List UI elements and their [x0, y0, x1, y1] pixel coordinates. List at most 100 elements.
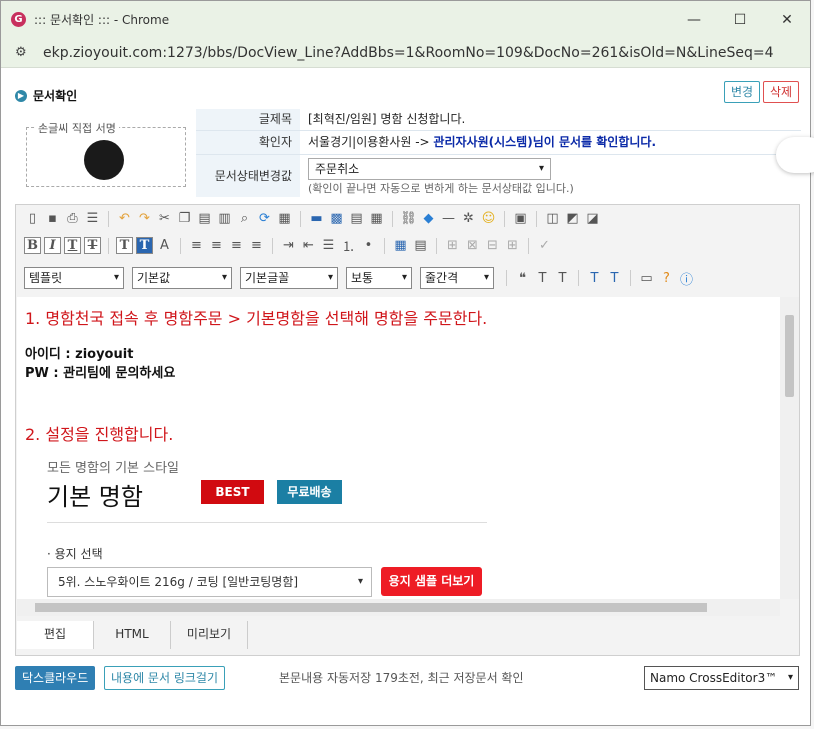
signature-box[interactable]: 손글씨 직접 서명: [26, 120, 186, 187]
bookmark-icon[interactable]: ◆: [420, 210, 437, 227]
redo-icon[interactable]: ↷: [136, 210, 153, 227]
text-style-icon[interactable]: A: [156, 237, 173, 254]
replace-icon[interactable]: ⟳: [256, 210, 273, 227]
tab-html[interactable]: HTML: [94, 621, 171, 649]
url-text[interactable]: ekp.zioyouit.com:1273/bbs/DocView_Line?A…: [43, 45, 774, 61]
subscript-icon[interactable]: T: [534, 270, 551, 287]
format-painter-icon[interactable]: T: [586, 270, 603, 287]
align-left-icon[interactable]: ≡: [188, 237, 205, 254]
template-select-value: 템플릿: [29, 271, 63, 285]
font-color-icon[interactable]: T: [116, 237, 133, 254]
align-justify-icon[interactable]: ≡: [248, 237, 265, 254]
save-icon[interactable]: ▪: [44, 210, 61, 227]
horizontal-line-icon[interactable]: —: [440, 210, 457, 227]
paper-select[interactable]: 5위. 스노우화이트 216g / 코팅 [일반코팅명함] ▾: [47, 567, 372, 597]
editor-type-select[interactable]: Namo CrossEditor3™ ▾: [644, 666, 799, 690]
cloud-button[interactable]: 닥스클라우드: [15, 666, 96, 690]
layer-front-icon[interactable]: ◩: [564, 210, 581, 227]
insert-table-icon[interactable]: ▦: [392, 237, 409, 254]
table-props-icon[interactable]: ▤: [412, 237, 429, 254]
chevron-down-icon: ▾: [401, 272, 407, 283]
assistant-bubble-icon[interactable]: [776, 137, 814, 173]
chevron-down-icon: ▾: [221, 272, 227, 283]
media-icon[interactable]: ▤: [348, 210, 365, 227]
delete-button[interactable]: 삭제: [763, 81, 800, 103]
underline-icon[interactable]: T: [64, 237, 81, 254]
row-insert-icon[interactable]: ⊞: [504, 237, 521, 254]
tab-edit[interactable]: 편집: [17, 621, 94, 649]
chevron-down-icon: ▾: [113, 272, 119, 283]
quote-icon[interactable]: ❝: [514, 270, 531, 287]
cell-split-icon[interactable]: ⊟: [484, 237, 501, 254]
size-select-value: 보통: [351, 271, 374, 285]
step2-text: 2. 설정을 진행합니다.: [25, 425, 174, 444]
minimize-icon[interactable]: —: [671, 1, 717, 38]
vertical-scrollbar[interactable]: [780, 297, 799, 599]
status-select[interactable]: 주문취소 ▾: [308, 158, 551, 180]
cell-delete-icon[interactable]: ⊠: [464, 237, 481, 254]
align-right-icon[interactable]: ≡: [228, 237, 245, 254]
cell-merge-icon[interactable]: ⊞: [444, 237, 461, 254]
bold-icon[interactable]: B: [24, 237, 41, 254]
link-document-button[interactable]: 내용에 문서 링크걸기: [104, 666, 225, 690]
content-divider: [47, 522, 487, 523]
italic-icon[interactable]: I: [44, 237, 61, 254]
indent-icon[interactable]: ⇥: [280, 237, 297, 254]
toolbar-row-1: ▯ ▪ ⎙ ☰ ↶ ↷ ✂ ❐ ▤ ▥ ⌕ ⟳ ▦ ▬ ▩ ▤ ▦ ⛓ ◆ — …: [16, 205, 799, 232]
divider: [536, 210, 537, 227]
help-icon[interactable]: ?: [658, 270, 675, 287]
background-icon[interactable]: ▩: [328, 210, 345, 227]
strikethrough-icon[interactable]: T: [84, 237, 101, 254]
link-icon[interactable]: ⛓: [400, 210, 417, 227]
checker-highlight: 관리자사원(시스템)님이 문서를 확인합니다.: [433, 135, 657, 149]
outdent-icon[interactable]: ⇤: [300, 237, 317, 254]
copy-icon[interactable]: ❐: [176, 210, 193, 227]
emoticon-icon[interactable]: ☺: [480, 210, 497, 227]
scroll-thumb[interactable]: [785, 315, 794, 397]
print-icon[interactable]: ⎙: [64, 210, 81, 227]
numbered-list-icon[interactable]: ⒈: [340, 237, 357, 255]
maximize-icon[interactable]: ☐: [717, 1, 763, 38]
align-center-icon[interactable]: ≡: [208, 237, 225, 254]
step1-text: 1. 명함천국 접속 후 명함주문 > 기본명함을 선택해 명함을 주문한다.: [25, 309, 488, 328]
paste-icon[interactable]: ▤: [196, 210, 213, 227]
select-all-icon[interactable]: ▦: [276, 210, 293, 227]
paste-text-icon[interactable]: ▥: [216, 210, 233, 227]
autosave-status[interactable]: 본문내용 자동저장 179초전, 최근 저장문서 확인: [279, 669, 524, 686]
font-select[interactable]: 기본글꼴 ▾: [240, 267, 338, 289]
toolbar-row-2: B I T T T T A ≡ ≡ ≡ ≡ ⇥ ⇤ ☰ ⒈ • ▦ ▤ ⊞ ⊠ …: [16, 232, 799, 259]
highlight-icon[interactable]: T: [136, 237, 153, 254]
horizontal-scrollbar[interactable]: [17, 599, 780, 616]
superscript-icon[interactable]: T: [554, 270, 571, 287]
divider: [300, 210, 301, 227]
form-icon[interactable]: ▣: [512, 210, 529, 227]
special-char-icon[interactable]: ✲: [460, 210, 477, 227]
line-spacing-icon[interactable]: ☰: [320, 237, 337, 254]
image-icon[interactable]: ▬: [308, 210, 325, 227]
tab-preview[interactable]: 미리보기: [171, 621, 248, 649]
info-icon[interactable]: ⓘ: [678, 270, 695, 288]
editor-content[interactable]: 1. 명함천국 접속 후 명함주문 > 기본명함을 선택해 명함을 주문한다. …: [17, 297, 780, 599]
fullscreen-icon[interactable]: ▭: [638, 270, 655, 287]
change-button[interactable]: 변경: [724, 81, 761, 103]
cut-icon[interactable]: ✂: [156, 210, 173, 227]
paper-sample-button[interactable]: 용지 샘플 더보기: [381, 567, 482, 596]
default-select[interactable]: 기본값 ▾: [132, 267, 232, 289]
spell-check-icon[interactable]: ✓: [536, 237, 553, 254]
undo-icon[interactable]: ↶: [116, 210, 133, 227]
line-height-select[interactable]: 줄간격 ▾: [420, 267, 494, 289]
title-bar: G ::: 문서확인 ::: - Chrome — ☐ ✕: [1, 1, 810, 38]
new-doc-icon[interactable]: ▯: [24, 210, 41, 227]
find-icon[interactable]: ⌕: [236, 210, 253, 227]
site-settings-icon[interactable]: ⚙: [15, 45, 31, 60]
page-break-icon[interactable]: ☰: [84, 210, 101, 227]
scroll-thumb[interactable]: [35, 603, 707, 612]
template-select[interactable]: 템플릿 ▾: [24, 267, 124, 289]
layer-icon[interactable]: ◫: [544, 210, 561, 227]
layer-back-icon[interactable]: ◪: [584, 210, 601, 227]
bullet-list-icon[interactable]: •: [360, 237, 377, 254]
clear-format-icon[interactable]: T: [606, 270, 623, 287]
size-select[interactable]: 보통 ▾: [346, 267, 412, 289]
table-icon[interactable]: ▦: [368, 210, 385, 227]
close-icon[interactable]: ✕: [764, 1, 810, 38]
